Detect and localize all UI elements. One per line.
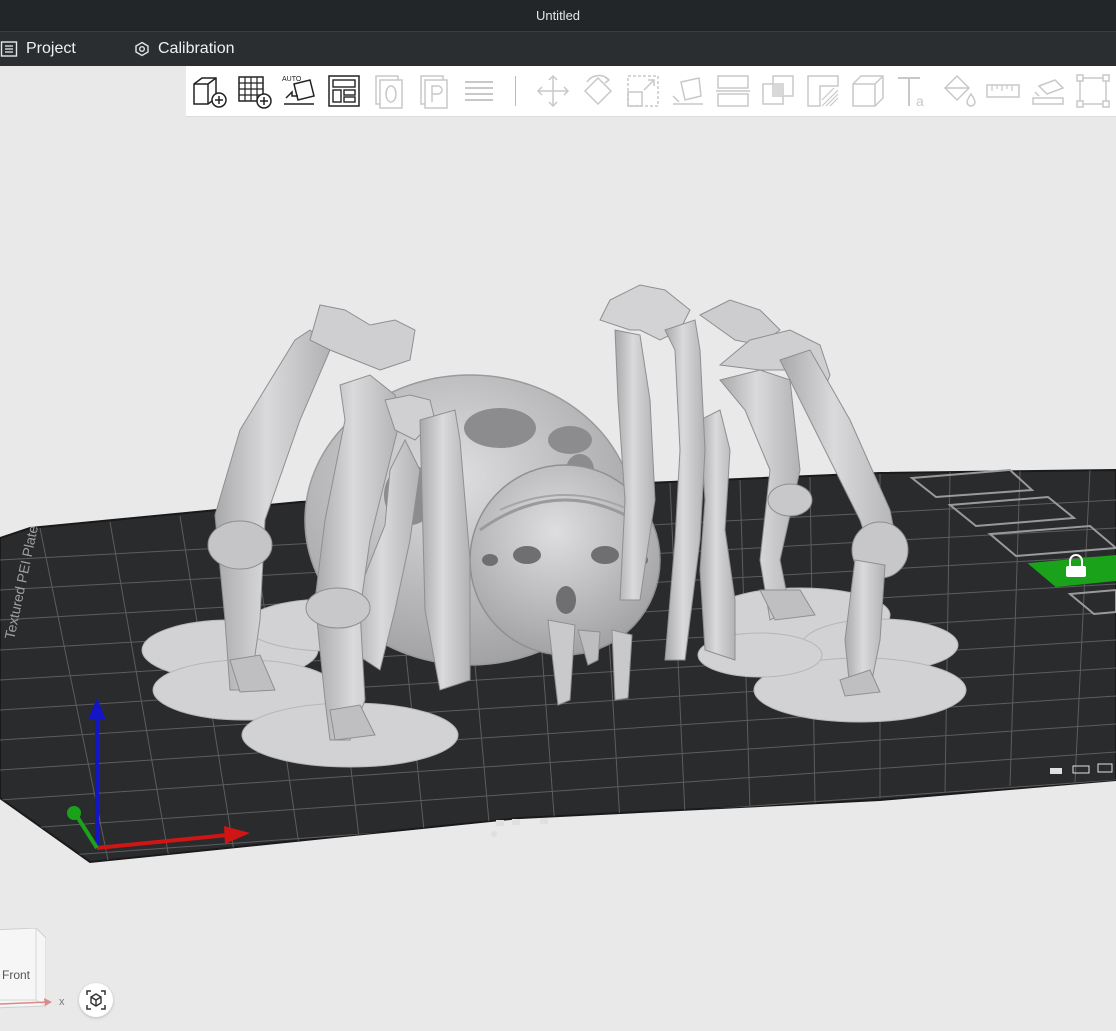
color-paint-icon	[943, 74, 976, 107]
move-button[interactable]	[534, 72, 572, 110]
text-icon: a	[897, 77, 924, 109]
svg-text:a: a	[916, 93, 924, 109]
text-button[interactable]: a	[894, 72, 932, 110]
fit-frame-button[interactable]	[1074, 72, 1112, 110]
lay-on-face-icon	[671, 77, 703, 105]
layers-icon	[464, 81, 493, 101]
lay-on-face-button[interactable]	[669, 72, 707, 110]
cut-button[interactable]	[714, 72, 752, 110]
arrange-icon	[327, 75, 360, 107]
view-fit-button[interactable]	[79, 983, 113, 1017]
project-menu[interactable]: Project	[0, 32, 122, 66]
navcube-x-axis	[0, 998, 52, 1006]
move-icon	[536, 74, 569, 108]
ruler-icon	[985, 84, 1020, 98]
boolean-button[interactable]	[759, 72, 797, 110]
menu-bar: Project Calibration	[0, 32, 1116, 66]
3d-viewport[interactable]: Textured PEI Plate	[0, 117, 1116, 1031]
color-paint-button[interactable]	[939, 72, 977, 110]
assembly-button[interactable]	[1029, 72, 1067, 110]
rotate-button[interactable]	[579, 72, 617, 110]
calibration-menu[interactable]: Calibration	[134, 32, 246, 66]
view-fit-icon	[86, 990, 106, 1010]
support-paint-icon	[806, 75, 839, 107]
navcube-x-label: x	[59, 996, 65, 1008]
layers-button[interactable]	[460, 72, 498, 110]
window-title-bar: Untitled	[0, 0, 1116, 32]
scale-icon	[626, 75, 659, 107]
slice-plate-0-button[interactable]	[370, 72, 408, 110]
calibration-label: Calibration	[158, 40, 235, 57]
main-toolbar: AUTO a	[186, 66, 1116, 117]
navcube-front-label: Front	[2, 968, 31, 982]
calibration-icon	[134, 41, 150, 57]
seam-paint-icon	[851, 75, 884, 107]
auto-orient-button[interactable]: AUTO	[280, 72, 318, 110]
cut-icon	[715, 75, 750, 107]
add-object-button[interactable]	[190, 72, 228, 110]
scale-button[interactable]	[624, 72, 662, 110]
arrange-button[interactable]	[325, 72, 363, 110]
svg-text:AUTO: AUTO	[282, 76, 302, 83]
toolbar-divider	[515, 76, 516, 106]
slice-plate-0-icon	[374, 75, 403, 109]
add-object-icon	[192, 77, 227, 108]
rotate-icon	[583, 74, 612, 106]
seam-paint-button[interactable]	[849, 72, 887, 110]
project-label: Project	[26, 40, 76, 57]
auto-orient-icon: AUTO	[282, 76, 315, 105]
project-icon	[0, 40, 18, 58]
assembly-icon	[1031, 79, 1064, 105]
slice-plate-p-icon	[419, 75, 448, 109]
boolean-icon	[761, 75, 794, 105]
add-plate-button[interactable]	[235, 72, 273, 110]
ruler-button[interactable]	[984, 72, 1022, 110]
window-title: Untitled	[535, 8, 581, 23]
add-plate-icon	[237, 76, 272, 109]
support-paint-button[interactable]	[804, 72, 842, 110]
fit-frame-icon	[1075, 74, 1110, 108]
slice-plate-p-button[interactable]	[415, 72, 453, 110]
